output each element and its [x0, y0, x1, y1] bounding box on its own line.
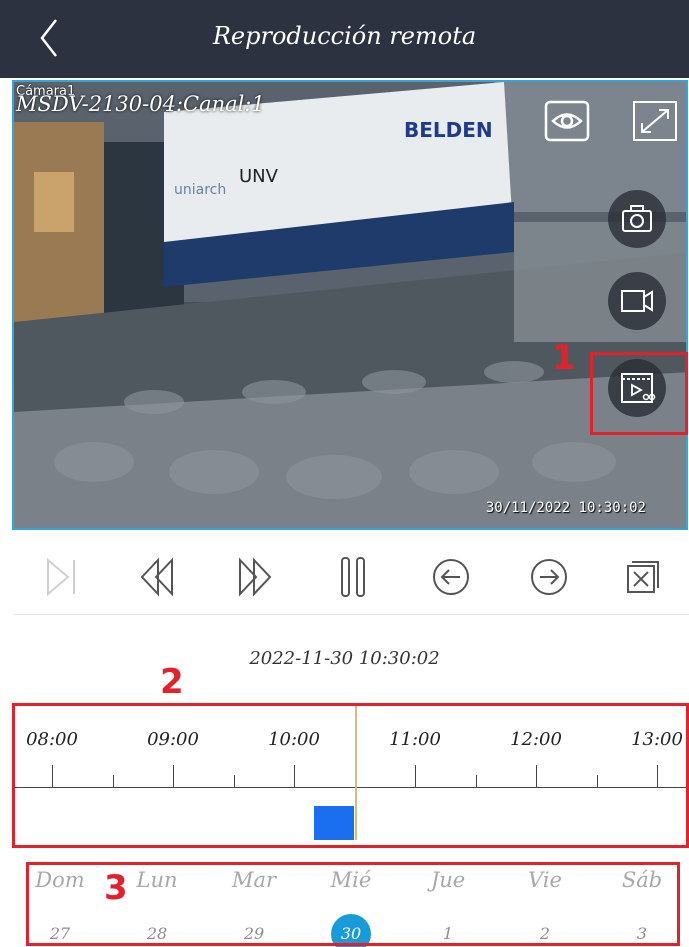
annotation-number-3: 3: [104, 868, 128, 908]
svg-text:uniarch: uniarch: [174, 182, 226, 198]
annotation-number-2: 2: [160, 662, 184, 702]
video-frame: BELDEN UNV uniarch: [14, 82, 686, 528]
camera-icon: [622, 205, 652, 232]
annotation-number-1: 1: [552, 338, 576, 378]
video-player[interactable]: BELDEN UNV uniarch Cámara1 MSDV-2130-04:…: [12, 80, 688, 530]
osd-timestamp: 30/11/2022 10:30:02: [485, 500, 646, 516]
annotation-box-1: [590, 352, 688, 435]
skip-end-button[interactable]: [36, 550, 90, 604]
fullscreen-icon: [633, 101, 677, 141]
top-bar: Reproducción remota: [0, 0, 689, 78]
pause-icon: [341, 557, 365, 597]
record-button[interactable]: [608, 272, 666, 330]
rewind-icon: [140, 557, 173, 597]
skip-end-icon: [47, 557, 75, 597]
annotation-box-2: [12, 703, 689, 848]
close-all-button[interactable]: [616, 550, 670, 604]
playback-time: 2022-11-30 10:30:02: [249, 648, 440, 669]
svg-text:UNV: UNV: [239, 166, 279, 187]
arrow-left-circle-icon: [433, 559, 469, 595]
close-multi-icon: [627, 561, 659, 593]
video-record-icon: [621, 290, 653, 312]
page-title: Reproducción remota: [212, 22, 477, 50]
eye-icon: [544, 100, 590, 142]
fast-forward-button[interactable]: [228, 550, 282, 604]
fullscreen-button[interactable]: [632, 100, 678, 142]
svg-text:BELDEN: BELDEN: [404, 118, 493, 142]
view-toggle-button[interactable]: [544, 100, 590, 142]
arrow-right-circle-icon: [531, 559, 567, 595]
snapshot-button[interactable]: [608, 190, 666, 248]
previous-button[interactable]: [424, 550, 478, 604]
channel-label: MSDV-2130-04:Canal:1: [16, 92, 265, 116]
divider: [14, 614, 689, 615]
fast-forward-icon: [239, 557, 272, 597]
next-button[interactable]: [522, 550, 576, 604]
rewind-button[interactable]: [132, 550, 186, 604]
playback-controls: [0, 545, 689, 615]
pause-button[interactable]: [326, 550, 380, 604]
